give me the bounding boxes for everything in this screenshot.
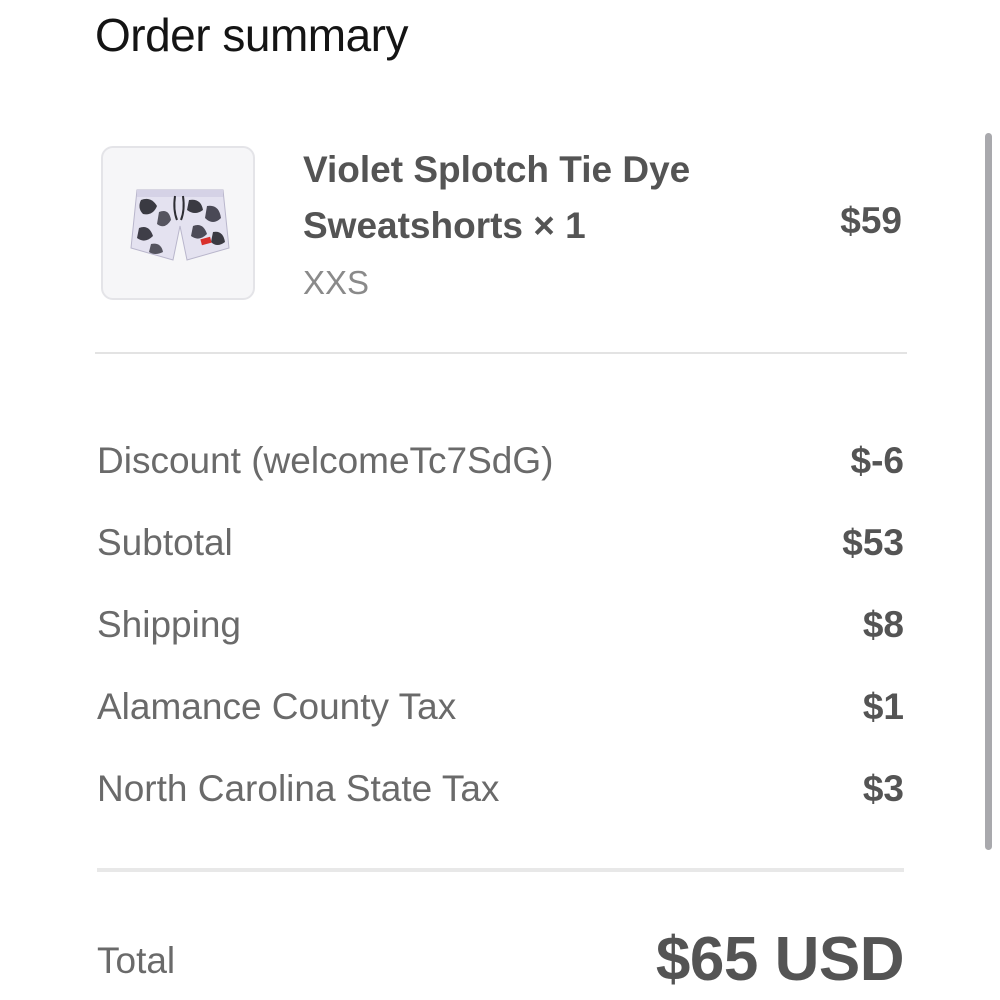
- total-label: Total: [97, 940, 176, 981]
- subtotal-value: $53: [842, 522, 904, 563]
- total-value: $65 USD: [655, 925, 905, 994]
- summary-rows: Discount (welcomeTc7SdG) $-6 Subtotal $5…: [97, 420, 904, 830]
- discount-row: Discount (welcomeTc7SdG) $-6: [97, 420, 904, 502]
- scrollbar[interactable]: [985, 133, 992, 850]
- product-price: $59: [840, 200, 902, 241]
- shorts-image: [130, 189, 230, 261]
- product-thumbnail[interactable]: [101, 146, 255, 300]
- county-tax-row: Alamance County Tax $1: [97, 666, 904, 748]
- state-tax-label: North Carolina State Tax: [97, 768, 500, 809]
- page-title: Order summary: [95, 9, 408, 61]
- divider: [97, 868, 904, 872]
- state-tax-row: North Carolina State Tax $3: [97, 748, 904, 830]
- discount-value: $-6: [850, 440, 904, 481]
- county-tax-label: Alamance County Tax: [97, 686, 457, 727]
- product-name: Violet Splotch Tie Dye Sweatshorts × 1: [303, 149, 691, 246]
- subtotal-row: Subtotal $53: [97, 502, 904, 584]
- order-summary-page: Order summary Violet Splotch Tie Dye Swe…: [0, 0, 1000, 1000]
- county-tax-value: $1: [862, 686, 904, 727]
- state-tax-value: $3: [862, 768, 904, 809]
- shipping-label: Shipping: [97, 604, 242, 645]
- subtotal-label: Subtotal: [97, 522, 233, 563]
- discount-label: Discount (welcomeTc7SdG): [97, 440, 554, 481]
- divider: [95, 352, 907, 354]
- product-variant: XXS: [303, 264, 370, 301]
- shipping-value: $8: [862, 604, 904, 645]
- shipping-row: Shipping $8: [97, 584, 904, 666]
